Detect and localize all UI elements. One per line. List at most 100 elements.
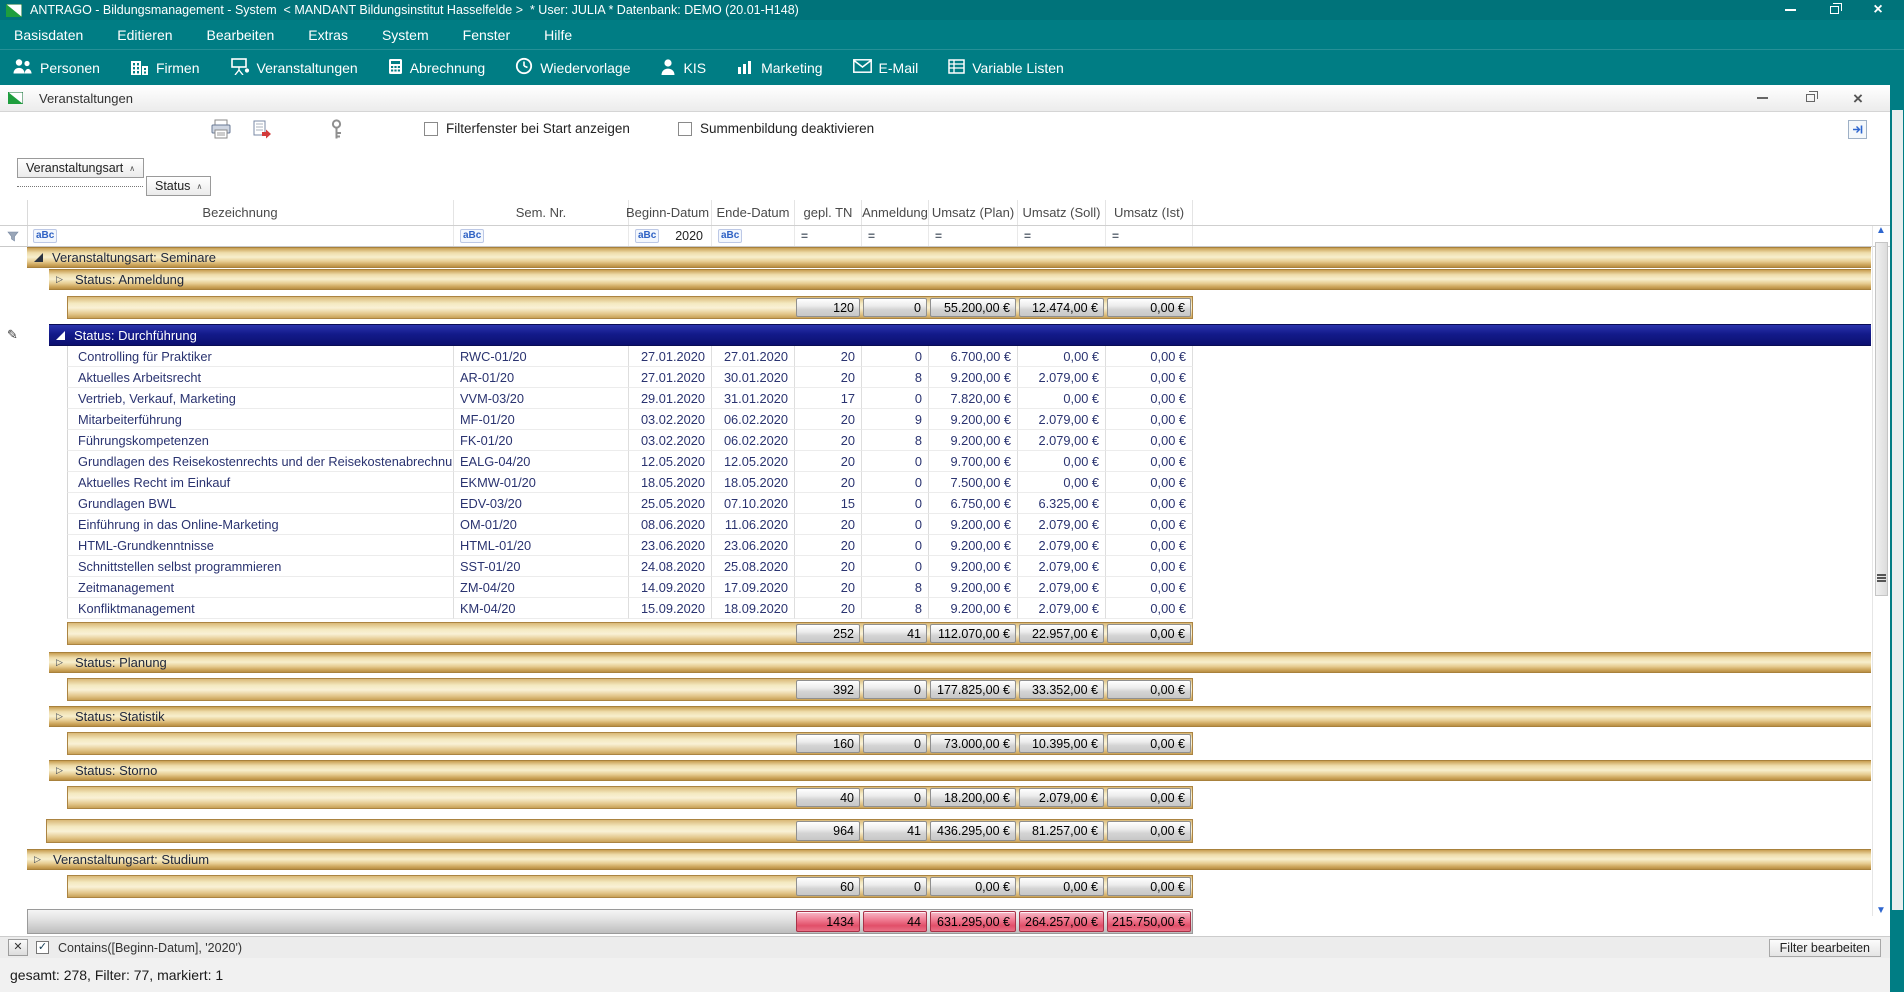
- filter-value-beginn: 2020: [675, 226, 703, 246]
- column-header-anmeldung[interactable]: Anmeldung: [862, 200, 929, 225]
- scrollbar-grip-icon[interactable]: [1877, 574, 1886, 576]
- cell-anmeldung: 0: [862, 535, 929, 556]
- group-row-anmeldung[interactable]: ▷ Status: Anmeldung: [0, 269, 1890, 290]
- cell-umsatz-ist: 0,00 €: [1106, 598, 1193, 619]
- scroll-down-icon[interactable]: ▼: [1876, 906, 1886, 916]
- inner-restore-button[interactable]: [1800, 90, 1820, 106]
- column-header-umsatz-plan[interactable]: Umsatz (Plan): [929, 200, 1018, 225]
- group-row-planung[interactable]: ▷ Status: Planung: [0, 652, 1890, 673]
- toolbar-marketing[interactable]: Marketing: [736, 58, 822, 78]
- filter-cell-gepl-tn[interactable]: =: [795, 226, 862, 246]
- column-header-bezeichnung[interactable]: Bezeichnung: [27, 200, 454, 225]
- table-row[interactable]: Mitarbeiterführung MF-01/20 03.02.2020 0…: [0, 409, 1890, 430]
- filterfenster-checkbox[interactable]: Filterfenster bei Start anzeigen: [424, 121, 630, 136]
- expand-icon[interactable]: ▷: [56, 658, 66, 667]
- column-header-gepl-tn[interactable]: gepl. TN: [795, 200, 862, 225]
- panel-toggle-button[interactable]: [1848, 120, 1867, 139]
- cell-sem-nr: FK-01/20: [454, 430, 629, 451]
- filter-cell-bezeichnung[interactable]: aBc: [27, 226, 454, 246]
- group-row-durchfuehrung-selected[interactable]: Status: Durchführung: [0, 324, 1890, 346]
- window-minimize-button[interactable]: [1780, 2, 1800, 18]
- group-chip-status[interactable]: Status ∧: [146, 176, 211, 196]
- window-restore-button[interactable]: [1824, 2, 1844, 18]
- inner-minimize-button[interactable]: [1752, 90, 1772, 106]
- group-label: Status: Anmeldung: [75, 272, 184, 287]
- toolbar-firmen-label: Firmen: [156, 60, 200, 76]
- column-header-beginn-datum[interactable]: Beginn-Datum: [629, 200, 712, 225]
- vertical-scrollbar[interactable]: ▲ ▼: [1872, 226, 1889, 916]
- filter-cell-beginn-datum[interactable]: aBc 2020: [629, 226, 712, 246]
- table-row[interactable]: Einführung in das Online-Marketing OM-01…: [0, 514, 1890, 535]
- table-row[interactable]: Grundlagen BWL EDV-03/20 25.05.2020 07.1…: [0, 493, 1890, 514]
- toolbar-firmen[interactable]: Firmen: [130, 58, 200, 78]
- group-row-storno[interactable]: ▷ Status: Storno: [0, 760, 1890, 781]
- filter-cell-sem-nr[interactable]: aBc: [454, 226, 629, 246]
- menu-bearbeiten[interactable]: Bearbeiten: [207, 27, 275, 43]
- menu-extras[interactable]: Extras: [308, 27, 348, 43]
- expand-icon[interactable]: ▷: [56, 766, 66, 775]
- table-row[interactable]: Aktuelles Arbeitsrecht AR-01/20 27.01.20…: [0, 367, 1890, 388]
- column-header-umsatz-ist[interactable]: Umsatz (Ist): [1106, 200, 1193, 225]
- cell-bezeichnung: Konfliktmanagement: [67, 598, 454, 619]
- toolbar-variable-listen[interactable]: Variable Listen: [948, 59, 1064, 77]
- summary-gepl-tn: 60: [796, 877, 860, 896]
- menu-basisdaten[interactable]: Basisdaten: [14, 27, 83, 43]
- auto-filter-row: aBc aBc aBc 2020 aBc = = = = =: [0, 226, 1890, 247]
- group-row-seminare[interactable]: Veranstaltungsart: Seminare: [0, 247, 1890, 268]
- column-header-ende-datum[interactable]: Ende-Datum: [712, 200, 795, 225]
- scrollbar-thumb[interactable]: [1875, 242, 1888, 596]
- table-row[interactable]: Schnittstellen selbst programmieren SST-…: [0, 556, 1890, 577]
- filter-edit-button[interactable]: Filter bearbeiten: [1769, 939, 1881, 957]
- filter-cell-umsatz-plan[interactable]: =: [929, 226, 1018, 246]
- menu-fenster[interactable]: Fenster: [463, 27, 510, 43]
- toolbar-veranstaltungen[interactable]: Veranstaltungen: [230, 58, 358, 78]
- filter-cell-umsatz-ist[interactable]: =: [1106, 226, 1193, 246]
- menu-hilfe[interactable]: Hilfe: [544, 27, 572, 43]
- column-header-sem-nr[interactable]: Sem. Nr.: [454, 200, 629, 225]
- menu-system[interactable]: System: [382, 27, 429, 43]
- table-row[interactable]: Führungskompetenzen FK-01/20 03.02.2020 …: [0, 430, 1890, 451]
- toolbar-personen[interactable]: Personen: [12, 58, 100, 78]
- print-button[interactable]: [210, 119, 232, 144]
- expand-icon[interactable]: ▷: [34, 855, 44, 864]
- email-icon: [853, 59, 872, 76]
- cell-ende-datum: 23.06.2020: [712, 535, 795, 556]
- expand-icon[interactable]: ▷: [56, 275, 66, 284]
- summenbildung-checkbox[interactable]: Summenbildung deaktivieren: [678, 121, 874, 136]
- toolbar-kis[interactable]: KIS: [660, 58, 706, 78]
- equals-filter-icon: =: [1024, 229, 1031, 243]
- table-row[interactable]: Konfliktmanagement KM-04/20 15.09.2020 1…: [0, 598, 1890, 619]
- expand-icon[interactable]: ▷: [56, 712, 66, 721]
- menu-editieren[interactable]: Editieren: [117, 27, 172, 43]
- table-row[interactable]: Controlling für Praktiker RWC-01/20 27.0…: [0, 346, 1890, 367]
- group-row-studium[interactable]: ▷ Veranstaltungsart: Studium: [0, 849, 1890, 870]
- mdi-scrollbar-track[interactable]: [1892, 110, 1903, 910]
- toolbar-wiedervorlage[interactable]: Wiedervorlage: [515, 57, 630, 78]
- filter-active-checkbox[interactable]: ✓: [36, 941, 49, 954]
- group-chip-veranstaltungsart[interactable]: Veranstaltungsart ∧: [17, 158, 144, 178]
- table-row[interactable]: HTML-Grundkenntnisse HTML-01/20 23.06.20…: [0, 535, 1890, 556]
- scroll-up-icon[interactable]: ▲: [1876, 226, 1886, 236]
- filter-close-button[interactable]: ✕: [8, 939, 28, 956]
- collapse-icon[interactable]: [56, 331, 65, 340]
- collapse-icon[interactable]: [34, 253, 43, 262]
- inner-close-button[interactable]: ×: [1848, 90, 1868, 106]
- filter-cell-ende-datum[interactable]: aBc: [712, 226, 795, 246]
- export-button[interactable]: [252, 119, 272, 144]
- key-button[interactable]: [331, 119, 342, 145]
- filter-cell-anmeldung[interactable]: =: [862, 226, 929, 246]
- cell-anmeldung: 8: [862, 598, 929, 619]
- table-row[interactable]: Zeitmanagement ZM-04/20 14.09.2020 17.09…: [0, 577, 1890, 598]
- filter-cell-umsatz-soll[interactable]: =: [1018, 226, 1106, 246]
- toolbar-email[interactable]: E-Mail: [853, 59, 919, 76]
- cell-gepl-tn: 20: [795, 367, 862, 388]
- cell-sem-nr: VVM-03/20: [454, 388, 629, 409]
- window-close-button[interactable]: ×: [1868, 2, 1888, 18]
- group-row-statistik[interactable]: ▷ Status: Statistik: [0, 706, 1890, 727]
- cell-bezeichnung: Zeitmanagement: [67, 577, 454, 598]
- toolbar-abrechnung[interactable]: Abrechnung: [388, 58, 486, 78]
- table-row[interactable]: Grundlagen des Reisekostenrechts und der…: [0, 451, 1890, 472]
- column-header-umsatz-soll[interactable]: Umsatz (Soll): [1018, 200, 1106, 225]
- table-row[interactable]: Vertrieb, Verkauf, Marketing VVM-03/20 2…: [0, 388, 1890, 409]
- table-row[interactable]: Aktuelles Recht im Einkauf EKMW-01/20 18…: [0, 472, 1890, 493]
